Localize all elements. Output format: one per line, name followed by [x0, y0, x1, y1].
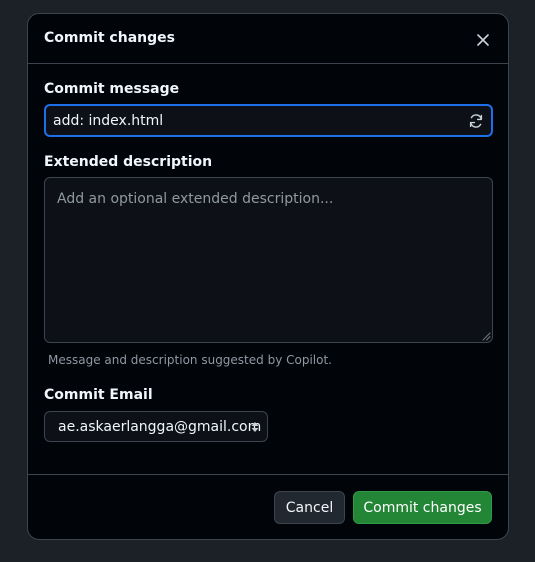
- commit-message-label: Commit message: [44, 81, 180, 97]
- commit-email-select[interactable]: ae.askaerlangga@gmail.com: [44, 411, 268, 442]
- commit-email-label: Commit Email: [44, 387, 153, 403]
- commit-dialog: Commit changes Commit message Extended d…: [27, 13, 509, 540]
- dialog-title: Commit changes: [44, 30, 175, 46]
- commit-message-input[interactable]: [46, 106, 491, 135]
- copilot-hint: Message and description suggested by Cop…: [48, 353, 332, 367]
- commit-email-value: ae.askaerlangga@gmail.com: [58, 418, 262, 435]
- footer-divider: [28, 474, 508, 475]
- close-icon: [477, 34, 489, 46]
- refresh-icon[interactable]: [468, 113, 484, 129]
- sort-icon: [251, 422, 259, 432]
- close-button[interactable]: [472, 29, 494, 51]
- cancel-button[interactable]: Cancel: [274, 491, 345, 524]
- dialog-header: Commit changes: [28, 14, 508, 64]
- extended-description-label: Extended description: [44, 154, 213, 170]
- commit-message-field: [44, 104, 493, 137]
- commit-changes-button[interactable]: Commit changes: [353, 491, 492, 524]
- extended-description-textarea[interactable]: [44, 177, 493, 343]
- resize-grip-icon[interactable]: [482, 332, 491, 341]
